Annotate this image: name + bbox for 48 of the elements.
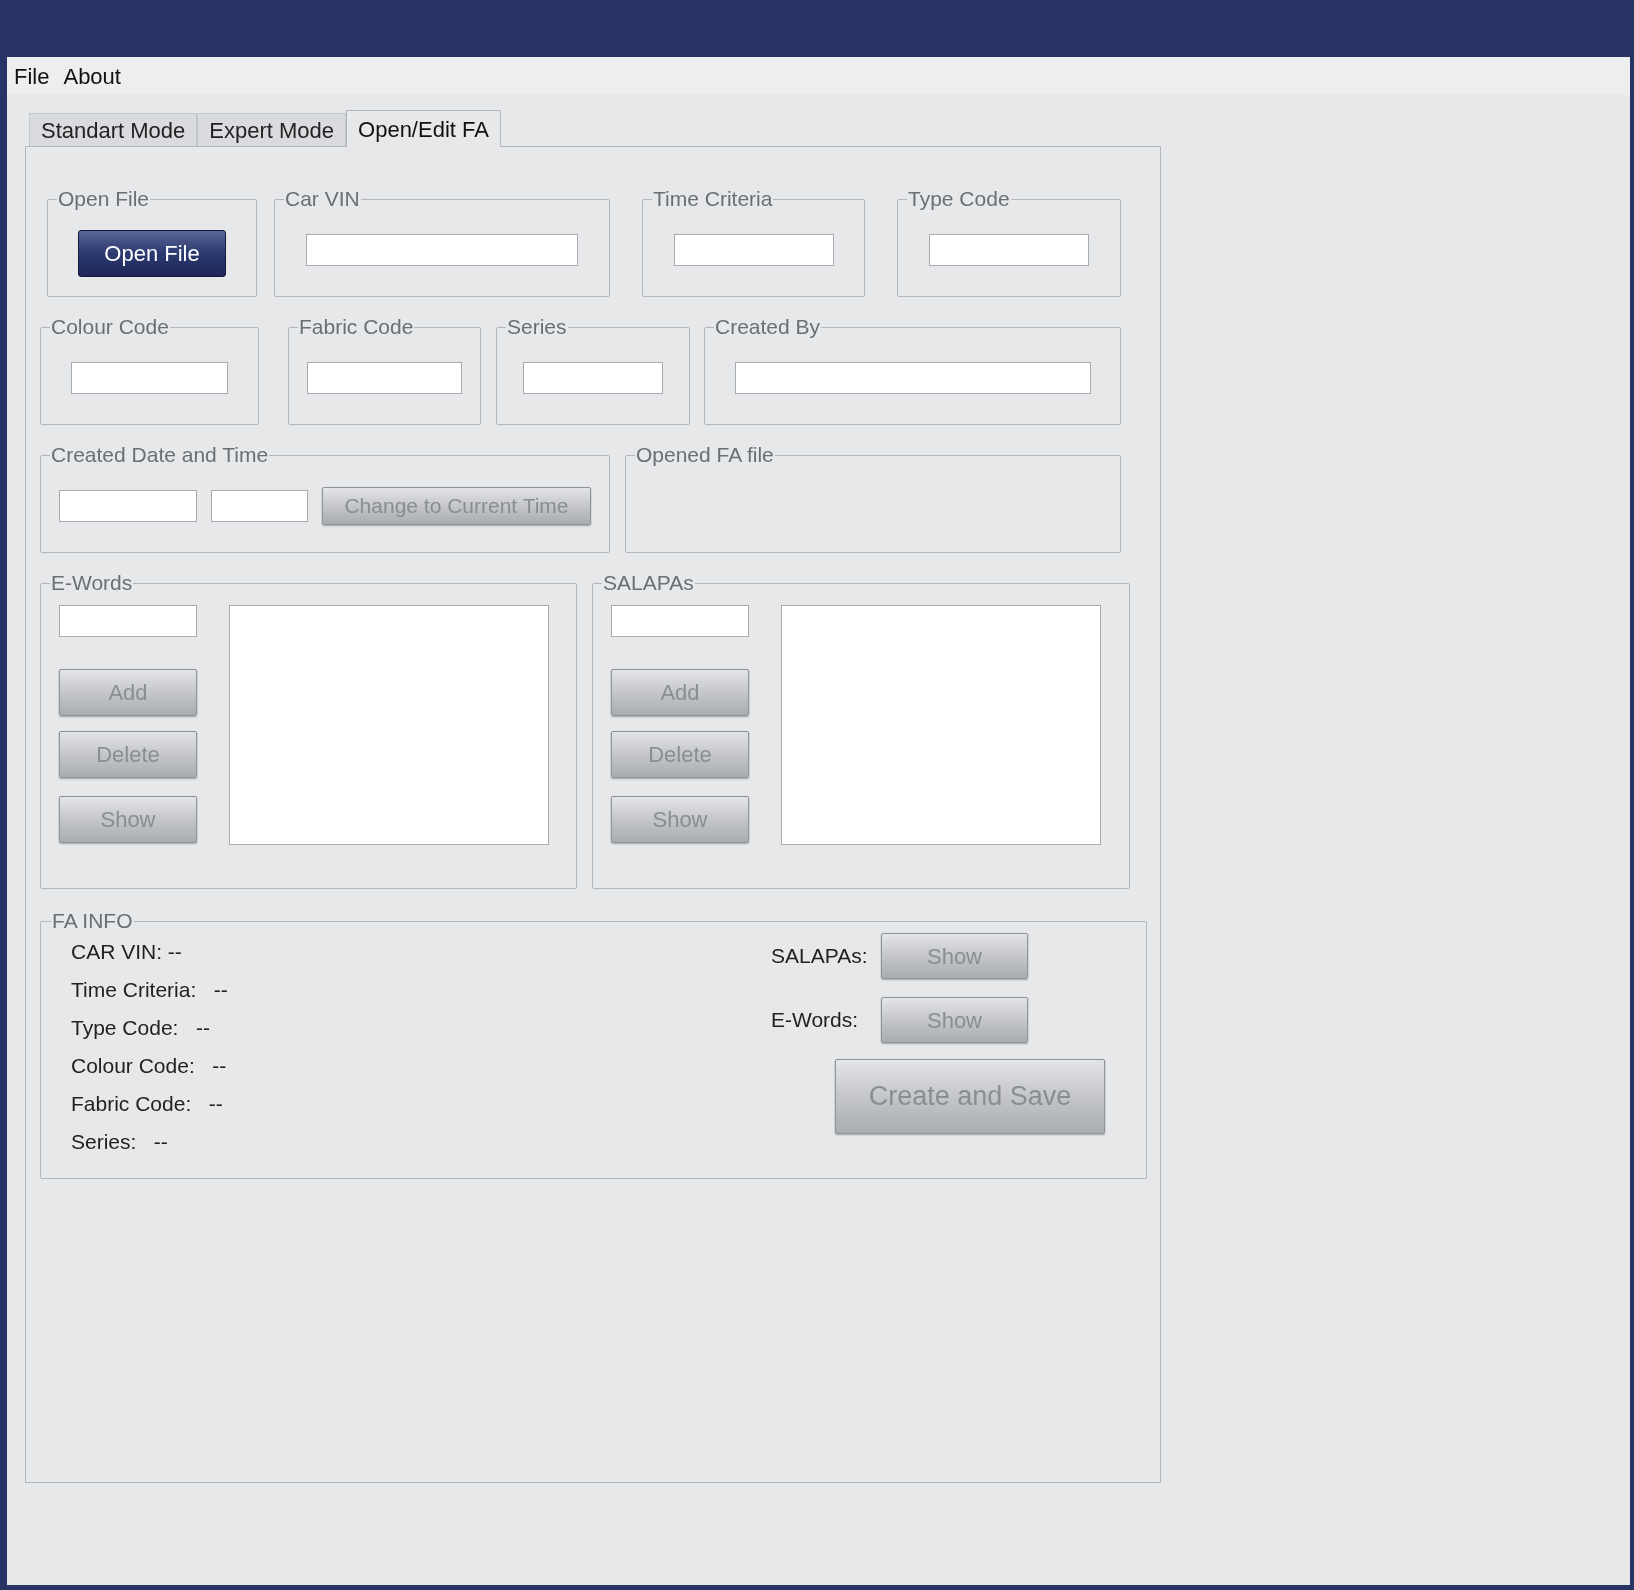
input-field[interactable] <box>59 489 197 522</box>
input-field[interactable] <box>211 489 308 522</box>
group-label: Open File <box>57 187 151 211</box>
group-label: Opened FA file <box>635 443 775 467</box>
input-field[interactable] <box>307 361 462 394</box>
action-button[interactable]: Add <box>59 669 197 716</box>
info-line: Colour Code: -- <box>71 1053 227 1079</box>
info-line: Time Criteria: -- <box>71 977 228 1003</box>
action-button[interactable]: Show <box>59 796 197 843</box>
menu-item[interactable]: File <box>14 59 50 93</box>
group-label: FA INFO <box>51 909 134 933</box>
input-field[interactable] <box>611 605 749 637</box>
action-button[interactable]: Show <box>881 933 1028 979</box>
tab[interactable]: Standart Mode <box>29 113 198 146</box>
open-file-button[interactable]: Open File <box>78 230 226 277</box>
group-label: Fabric Code <box>298 315 415 339</box>
group-label: Colour Code <box>50 315 170 339</box>
tab[interactable]: Open/Edit FA <box>346 110 501 147</box>
action-button[interactable]: Show <box>611 796 749 843</box>
group-label: Created By <box>714 315 822 339</box>
input-field[interactable] <box>71 361 228 394</box>
action-button[interactable]: Delete <box>611 731 749 778</box>
group-label: E-Words <box>50 571 134 595</box>
info-label: SALAPAs: <box>771 943 867 970</box>
group-label: SALAPAs <box>602 571 695 595</box>
info-label: E-Words: <box>771 1007 860 1034</box>
group-label: Time Criteria <box>652 187 774 211</box>
info-line: Series: -- <box>71 1129 168 1155</box>
info-line: CAR VIN: -- <box>71 939 182 965</box>
action-button[interactable]: Create and Save <box>835 1059 1105 1134</box>
group-label: Type Code <box>907 187 1011 211</box>
group-label: Car VIN <box>284 187 361 211</box>
input-field[interactable] <box>673 233 834 266</box>
action-button[interactable]: Change to Current Time <box>322 486 591 525</box>
action-button[interactable]: Add <box>611 669 749 716</box>
menu-item[interactable]: About <box>63 59 121 93</box>
input-field[interactable] <box>523 361 663 394</box>
action-button[interactable]: Show <box>881 997 1028 1043</box>
input-field[interactable] <box>59 605 197 637</box>
input-field[interactable] <box>306 233 578 266</box>
info-line: Fabric Code: -- <box>71 1091 223 1117</box>
action-button[interactable]: Delete <box>59 731 197 778</box>
input-field[interactable] <box>929 233 1089 266</box>
group-label: Series <box>506 315 568 339</box>
tab[interactable]: Expert Mode <box>197 113 347 146</box>
info-line: Type Code: -- <box>71 1015 210 1041</box>
group-label: Created Date and Time <box>50 443 270 467</box>
input-field[interactable] <box>734 361 1091 394</box>
